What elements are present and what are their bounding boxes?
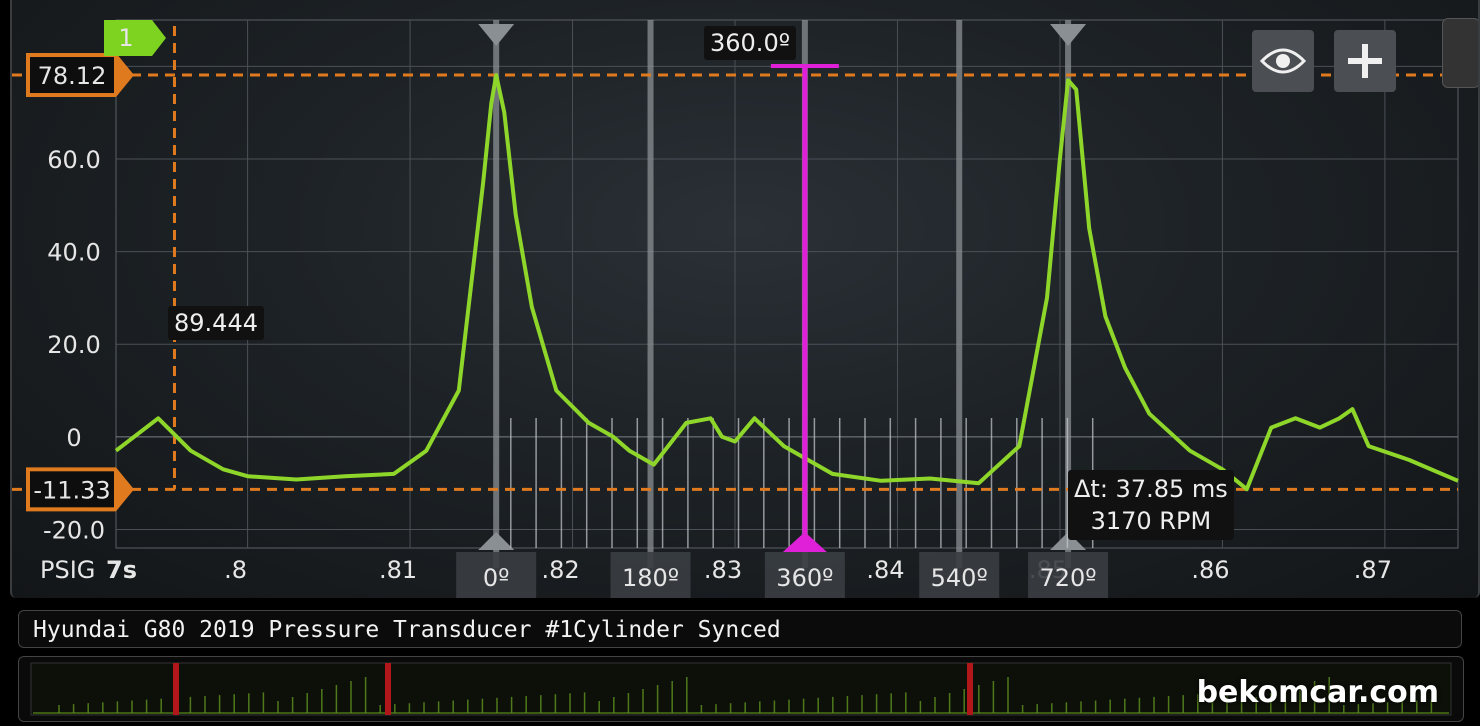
pressure-trace[interactable] xyxy=(114,73,1459,492)
overview-marker[interactable] xyxy=(967,663,973,715)
degree-marker-handle-top[interactable] xyxy=(1050,24,1087,46)
eye-icon xyxy=(1260,48,1306,74)
degree-marker-handle-bottom[interactable] xyxy=(478,532,515,550)
degree-label: 180º xyxy=(622,564,679,592)
y-tick-label: 60.0 xyxy=(47,146,100,174)
channel-badge-text: 1 xyxy=(118,24,133,52)
y-axis-unit-label: PSIG xyxy=(40,556,95,584)
overview-marker[interactable] xyxy=(173,663,179,715)
delta-t-value: Δt: 37.85 ms xyxy=(1074,475,1228,503)
lower-cursor-tag-text: -11.33 xyxy=(33,476,110,504)
degree-label: 0º xyxy=(483,564,510,592)
degree-marker-handle-top[interactable] xyxy=(478,24,515,46)
x-tick-label: .87 xyxy=(1354,556,1392,584)
y-tick-label: 20.0 xyxy=(47,331,100,359)
x-tick-label: .83 xyxy=(704,556,742,584)
y-tick-label: -20.0 xyxy=(43,516,105,544)
waveform-title: Hyundai G80 2019 Pressure Transducer #1C… xyxy=(18,610,1462,648)
watermark: bekomcar.com xyxy=(1196,675,1439,710)
vertical-cursor-value: 89.444 xyxy=(168,306,264,340)
magenta-marker-label: 360.0º xyxy=(704,26,797,60)
degree-label: 360º xyxy=(776,564,833,592)
delta-t-readout: Δt: 37.85 ms 3170 RPM xyxy=(1068,470,1234,540)
plus-icon xyxy=(1348,44,1382,78)
x-axis-start-label: 7s xyxy=(106,556,137,584)
overview-strip[interactable]: bekomcar.com xyxy=(18,656,1464,722)
degree-label: 720º xyxy=(1040,564,1097,592)
overview-marker[interactable] xyxy=(385,663,391,715)
y-tick-label: 40.0 xyxy=(47,239,100,267)
upper-cursor-tag-text: 78.12 xyxy=(38,62,107,90)
panel-grip-handle[interactable] xyxy=(1442,18,1478,88)
x-tick-label: .8 xyxy=(224,556,247,584)
y-tick-label: 0 xyxy=(66,424,81,452)
scope-app: 80.060.040.020.00-20.078.12-11.33.8.81.8… xyxy=(0,0,1480,726)
scope-chart[interactable]: 80.060.040.020.00-20.078.12-11.33.8.81.8… xyxy=(10,0,1480,598)
visibility-button[interactable] xyxy=(1252,30,1314,92)
x-tick-label: .84 xyxy=(866,556,904,584)
x-tick-label: .82 xyxy=(541,556,579,584)
channel-badge[interactable] xyxy=(104,20,166,56)
x-tick-label: .86 xyxy=(1191,556,1229,584)
degree-label: 540º xyxy=(931,564,988,592)
rpm-value: 3170 RPM xyxy=(1090,507,1212,535)
x-tick-label: .81 xyxy=(379,556,417,584)
add-button[interactable] xyxy=(1334,30,1396,92)
